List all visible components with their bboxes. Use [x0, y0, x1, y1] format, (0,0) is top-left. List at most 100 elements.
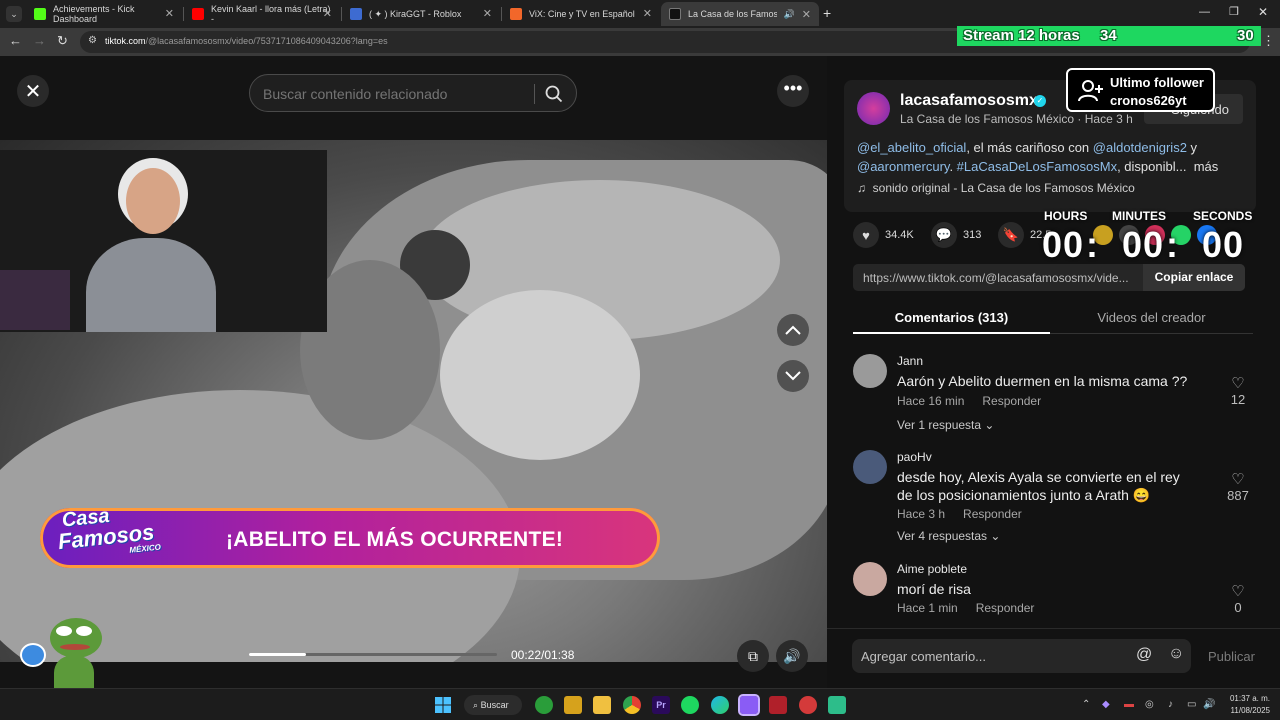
- like-stat[interactable]: ♥ 34.4K: [853, 222, 914, 248]
- site-info-icon[interactable]: ⚙: [88, 35, 97, 46]
- volume-tray-icon[interactable]: 🔊: [1203, 699, 1215, 710]
- forward-icon[interactable]: →: [33, 33, 46, 48]
- publish-button[interactable]: Publicar: [1208, 649, 1255, 664]
- taskbar-search[interactable]: ⌕ Buscar: [464, 695, 522, 715]
- tab-close-icon[interactable]: ✕: [165, 7, 174, 20]
- tray-globe-icon[interactable]: ◎: [1145, 699, 1154, 710]
- more-options-button[interactable]: •••: [777, 75, 809, 107]
- reply-link[interactable]: Responder: [963, 507, 1022, 521]
- creator-username[interactable]: lacasafamososmx: [900, 92, 1038, 110]
- new-tab-icon[interactable]: +: [823, 5, 831, 21]
- search-icon[interactable]: [545, 85, 563, 103]
- comment-meta: Hace 16 min Responder: [897, 394, 1042, 408]
- chat-app-icon[interactable]: [828, 696, 846, 714]
- commenter-avatar[interactable]: [853, 354, 887, 388]
- commenter-avatar[interactable]: [853, 450, 887, 484]
- comment-like[interactable]: ♡ 887: [1223, 470, 1253, 503]
- video-controls: 00:22/01:38 ⧉ 🔊: [0, 606, 827, 698]
- edge-icon[interactable]: [711, 696, 729, 714]
- comment-item: paoHv desde hoy, Alexis Ayala se convier…: [853, 450, 1253, 545]
- mention-link[interactable]: @el_abelito_oficial: [857, 140, 966, 155]
- commenter-name[interactable]: Jann: [897, 354, 923, 368]
- next-video-button[interactable]: [777, 360, 809, 392]
- tab-close-icon[interactable]: ✕: [802, 8, 811, 21]
- tab-tiktok[interactable]: La Casa de los Famosos 🔊 ✕: [661, 2, 819, 26]
- profile-badge-icon: [20, 643, 46, 667]
- tab-title: ( ✦ ) KiraGGT - Roblox: [369, 8, 462, 19]
- tab-close-icon[interactable]: ✕: [643, 7, 652, 20]
- commenter-name[interactable]: paoHv: [897, 450, 932, 464]
- recorder-icon[interactable]: [799, 696, 817, 714]
- video-editor-icon[interactable]: [769, 696, 787, 714]
- window-close-icon[interactable]: ✕: [1258, 5, 1268, 19]
- store-icon[interactable]: [564, 696, 582, 714]
- reply-link[interactable]: Responder: [982, 394, 1041, 408]
- mention-link[interactable]: @aldotdenigris2: [1093, 140, 1187, 155]
- related-search-input[interactable]: [263, 86, 523, 102]
- panel-tabs: Comentarios (313) Videos del creador: [853, 300, 1253, 334]
- emoji-icon[interactable]: ☺: [1168, 645, 1184, 663]
- floating-player-icon[interactable]: ⧉: [737, 640, 769, 672]
- commenter-name[interactable]: Aime poblete: [897, 562, 967, 576]
- follower-name: cronos626yt: [1110, 93, 1187, 108]
- reload-icon[interactable]: ↻: [57, 33, 68, 49]
- back-icon[interactable]: ←: [9, 33, 22, 48]
- premiere-icon[interactable]: Pr: [652, 696, 670, 714]
- related-search-box[interactable]: [249, 74, 577, 112]
- more-link[interactable]: más: [1194, 159, 1219, 174]
- volume-icon[interactable]: 🔊: [776, 640, 808, 672]
- comment-like[interactable]: ♡ 12: [1223, 374, 1253, 407]
- timer-minutes-value: 00: [1122, 224, 1165, 265]
- app-grid-icon[interactable]: [738, 694, 760, 716]
- tab-close-icon[interactable]: ✕: [323, 7, 332, 20]
- heart-icon: ♥: [853, 222, 879, 248]
- hashtag-link[interactable]: #LaCasaDeLosFamososMx: [957, 159, 1117, 174]
- add-comment-input[interactable]: Agregar comentario... @ ☺: [852, 639, 1191, 673]
- tab-creator-videos[interactable]: Videos del creador: [1053, 310, 1250, 325]
- timer-seconds-label: SECONDS: [1193, 209, 1253, 223]
- system-clock[interactable]: 01:37 a. m. 11/08/2025: [1218, 693, 1270, 717]
- person-body-shape: [440, 290, 640, 460]
- microphone-icon[interactable]: ♪: [1168, 699, 1173, 710]
- file-explorer-icon[interactable]: [593, 696, 611, 714]
- tab-roblox[interactable]: ( ✦ ) KiraGGT - Roblox ✕: [342, 2, 500, 26]
- mention-icon[interactable]: @: [1136, 646, 1152, 664]
- tab-vix[interactable]: ViX: Cine y TV en Español ✕: [502, 2, 660, 26]
- stream-goal-label: Stream 12 horas: [963, 27, 1080, 44]
- chrome-icon[interactable]: [623, 696, 641, 714]
- reply-link[interactable]: Responder: [976, 601, 1035, 615]
- comment-text: desde hoy, Alexis Ayala se convierte en …: [897, 469, 1180, 503]
- speaker-icon[interactable]: 🔊: [784, 9, 795, 20]
- close-video-button[interactable]: ✕: [17, 75, 49, 107]
- creator-avatar[interactable]: [857, 92, 890, 125]
- comment-stat[interactable]: 💬 313: [931, 222, 981, 248]
- tab-comments[interactable]: Comentarios (313): [853, 310, 1050, 325]
- network-icon[interactable]: ▭: [1187, 699, 1196, 710]
- tray-flag-icon[interactable]: ▬: [1124, 699, 1134, 710]
- view-replies-link[interactable]: Ver 4 respuestas ⌄: [897, 529, 1000, 543]
- heart-outline-icon: ♡: [1231, 375, 1245, 392]
- tab-kick[interactable]: Achievements - Kick Dashboard ✕: [26, 2, 182, 26]
- tray-chevron-icon[interactable]: ⌃: [1082, 699, 1090, 710]
- share-link-text[interactable]: https://www.tiktok.com/@lacasafamososmx/…: [863, 271, 1143, 285]
- windows-start-icon[interactable]: [435, 697, 451, 713]
- chevron-down-icon: [785, 371, 801, 381]
- commenter-avatar[interactable]: [853, 562, 887, 596]
- tab-youtube[interactable]: Kevin Kaarl - llora más (Letra) - ✕: [184, 2, 340, 26]
- menu-icon[interactable]: ⋮: [1262, 33, 1275, 49]
- xbox-icon[interactable]: [535, 696, 553, 714]
- sound-link[interactable]: ♫ sonido original - La Casa de los Famos…: [857, 181, 1135, 195]
- mention-link[interactable]: @aaronmercury: [857, 159, 949, 174]
- spotify-icon[interactable]: [681, 696, 699, 714]
- minimize-icon[interactable]: —: [1199, 6, 1210, 18]
- previous-video-button[interactable]: [777, 314, 809, 346]
- maximize-icon[interactable]: ❐: [1229, 5, 1239, 18]
- tray-app-icon[interactable]: ◆: [1102, 699, 1110, 710]
- timer-minutes-label: MINUTES: [1112, 209, 1166, 223]
- view-replies-link[interactable]: Ver 1 respuesta ⌄: [897, 418, 994, 432]
- tab-search-chevron-icon[interactable]: ⌄: [6, 6, 22, 22]
- copy-link-button[interactable]: Copiar enlace: [1143, 264, 1245, 291]
- tab-close-icon[interactable]: ✕: [483, 7, 492, 20]
- video-progress-bar[interactable]: [249, 653, 497, 656]
- comment-like[interactable]: ♡ 0: [1223, 582, 1253, 615]
